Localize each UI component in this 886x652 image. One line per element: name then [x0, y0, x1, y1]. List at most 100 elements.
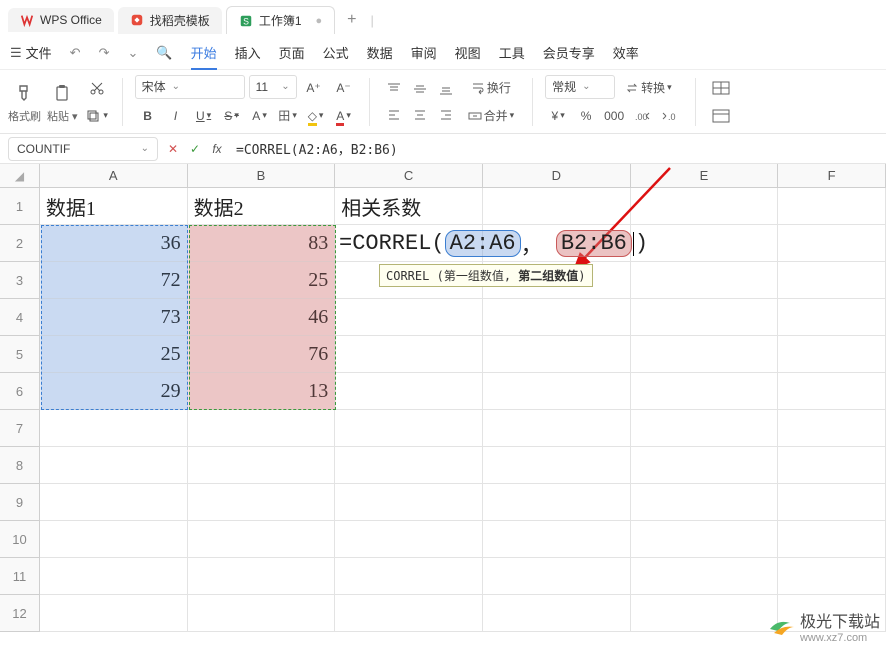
cell-F2[interactable]: [778, 225, 886, 262]
font-effect-button[interactable]: A▾: [247, 103, 273, 129]
cell-A12[interactable]: [40, 595, 188, 632]
cell-D6[interactable]: [483, 373, 631, 410]
cell-editing-overlay[interactable]: =CORREL( A2:A6 ， B2:B6 ): [337, 225, 648, 262]
paste-button[interactable]: [49, 80, 75, 106]
cell-D11[interactable]: [483, 558, 631, 595]
align-middle-button[interactable]: [408, 77, 432, 101]
select-all-corner[interactable]: ◢: [0, 164, 40, 187]
menu-page[interactable]: 页面: [279, 43, 305, 62]
cell-A8[interactable]: [40, 447, 188, 484]
menu-start[interactable]: 开始: [191, 43, 217, 62]
cell-B5[interactable]: 76: [188, 336, 336, 373]
formula-confirm-button[interactable]: ✓: [186, 142, 204, 156]
row-header[interactable]: 6: [0, 373, 40, 410]
percent-button[interactable]: %: [573, 103, 599, 129]
fx-button[interactable]: fx: [208, 142, 226, 156]
app-tab-workbook[interactable]: S 工作簿1 ●: [226, 6, 335, 34]
underline-button[interactable]: U▾: [191, 103, 217, 129]
cell-B10[interactable]: [188, 521, 336, 558]
cell-F8[interactable]: [778, 447, 886, 484]
menubar-search-icon[interactable]: 🔍: [156, 45, 172, 61]
cell-E1[interactable]: [631, 188, 779, 225]
cell-B11[interactable]: [188, 558, 336, 595]
cell-A10[interactable]: [40, 521, 188, 558]
cell-D8[interactable]: [483, 447, 631, 484]
cell-C12[interactable]: [335, 595, 483, 632]
align-top-button[interactable]: [382, 77, 406, 101]
name-box[interactable]: COUNTIF ⌄: [8, 137, 158, 161]
menu-view[interactable]: 视图: [455, 43, 481, 62]
redo-button[interactable]: ↷: [99, 45, 110, 61]
strike-button[interactable]: S▾: [219, 103, 245, 129]
border-button[interactable]: 田▾: [275, 103, 301, 129]
row-header[interactable]: 11: [0, 558, 40, 595]
decrease-font-button[interactable]: A⁻: [331, 75, 357, 101]
currency-button[interactable]: ¥▾: [545, 103, 571, 129]
row-col-button[interactable]: [708, 75, 734, 101]
cell-A9[interactable]: [40, 484, 188, 521]
cut-button[interactable]: [84, 75, 110, 101]
menu-data[interactable]: 数据: [367, 43, 393, 62]
decrease-decimal-button[interactable]: .0: [657, 103, 683, 129]
cell-E6[interactable]: [631, 373, 779, 410]
increase-font-button[interactable]: A⁺: [301, 75, 327, 101]
cell-E5[interactable]: [631, 336, 779, 373]
font-color-button[interactable]: A▾: [331, 103, 357, 129]
cell-F11[interactable]: [778, 558, 886, 595]
row-header[interactable]: 12: [0, 595, 40, 632]
cell-F5[interactable]: [778, 336, 886, 373]
cell-D1[interactable]: [483, 188, 631, 225]
cell-B7[interactable]: [188, 410, 336, 447]
row-header[interactable]: 7: [0, 410, 40, 447]
cell-B3[interactable]: 25: [188, 262, 336, 299]
copy-button[interactable]: ▾: [84, 103, 110, 129]
app-tab-template[interactable]: 找稻壳模板: [118, 7, 222, 34]
row-header[interactable]: 9: [0, 484, 40, 521]
cell-F9[interactable]: [778, 484, 886, 521]
undo-button[interactable]: ↶: [70, 45, 81, 61]
font-name-combo[interactable]: 宋体 ⌄: [135, 75, 245, 99]
cell-F10[interactable]: [778, 521, 886, 558]
cell-C1[interactable]: 相关系数: [335, 188, 483, 225]
align-left-button[interactable]: [382, 103, 406, 127]
cell-F4[interactable]: [778, 299, 886, 336]
col-header-b[interactable]: B: [188, 164, 336, 187]
align-right-button[interactable]: [434, 103, 458, 127]
italic-button[interactable]: I: [163, 103, 189, 129]
cell-D12[interactable]: [483, 595, 631, 632]
cell-A7[interactable]: [40, 410, 188, 447]
cell-C9[interactable]: [335, 484, 483, 521]
number-format-combo[interactable]: 常规⌄: [545, 75, 615, 99]
font-size-combo[interactable]: 11 ⌄: [249, 75, 297, 99]
cell-E8[interactable]: [631, 447, 779, 484]
row-header[interactable]: 5: [0, 336, 40, 373]
cell-D10[interactable]: [483, 521, 631, 558]
cell-D5[interactable]: [483, 336, 631, 373]
worksheet-button[interactable]: [708, 103, 734, 129]
cell-B6[interactable]: 13: [188, 373, 336, 410]
col-header-a[interactable]: A: [40, 164, 188, 187]
new-tab-button[interactable]: +: [339, 7, 364, 33]
cell-B4[interactable]: 46: [188, 299, 336, 336]
bold-button[interactable]: B: [135, 103, 161, 129]
cell-E7[interactable]: [631, 410, 779, 447]
cell-A3[interactable]: 72: [40, 262, 188, 299]
cell-F6[interactable]: [778, 373, 886, 410]
cell-E3[interactable]: [631, 262, 779, 299]
comma-button[interactable]: 000: [601, 103, 627, 129]
cell-F3[interactable]: [778, 262, 886, 299]
cell-C7[interactable]: [335, 410, 483, 447]
cell-A2[interactable]: 36: [40, 225, 188, 262]
cell-F7[interactable]: [778, 410, 886, 447]
cell-C10[interactable]: [335, 521, 483, 558]
align-center-button[interactable]: [408, 103, 432, 127]
menu-efficiency[interactable]: 效率: [613, 43, 639, 62]
formula-cancel-button[interactable]: ✕: [164, 142, 182, 156]
col-header-e[interactable]: E: [631, 164, 779, 187]
align-bottom-button[interactable]: [434, 77, 458, 101]
cell-E10[interactable]: [631, 521, 779, 558]
cell-D9[interactable]: [483, 484, 631, 521]
cell-C11[interactable]: [335, 558, 483, 595]
col-header-d[interactable]: D: [483, 164, 631, 187]
menu-insert[interactable]: 插入: [235, 43, 261, 62]
